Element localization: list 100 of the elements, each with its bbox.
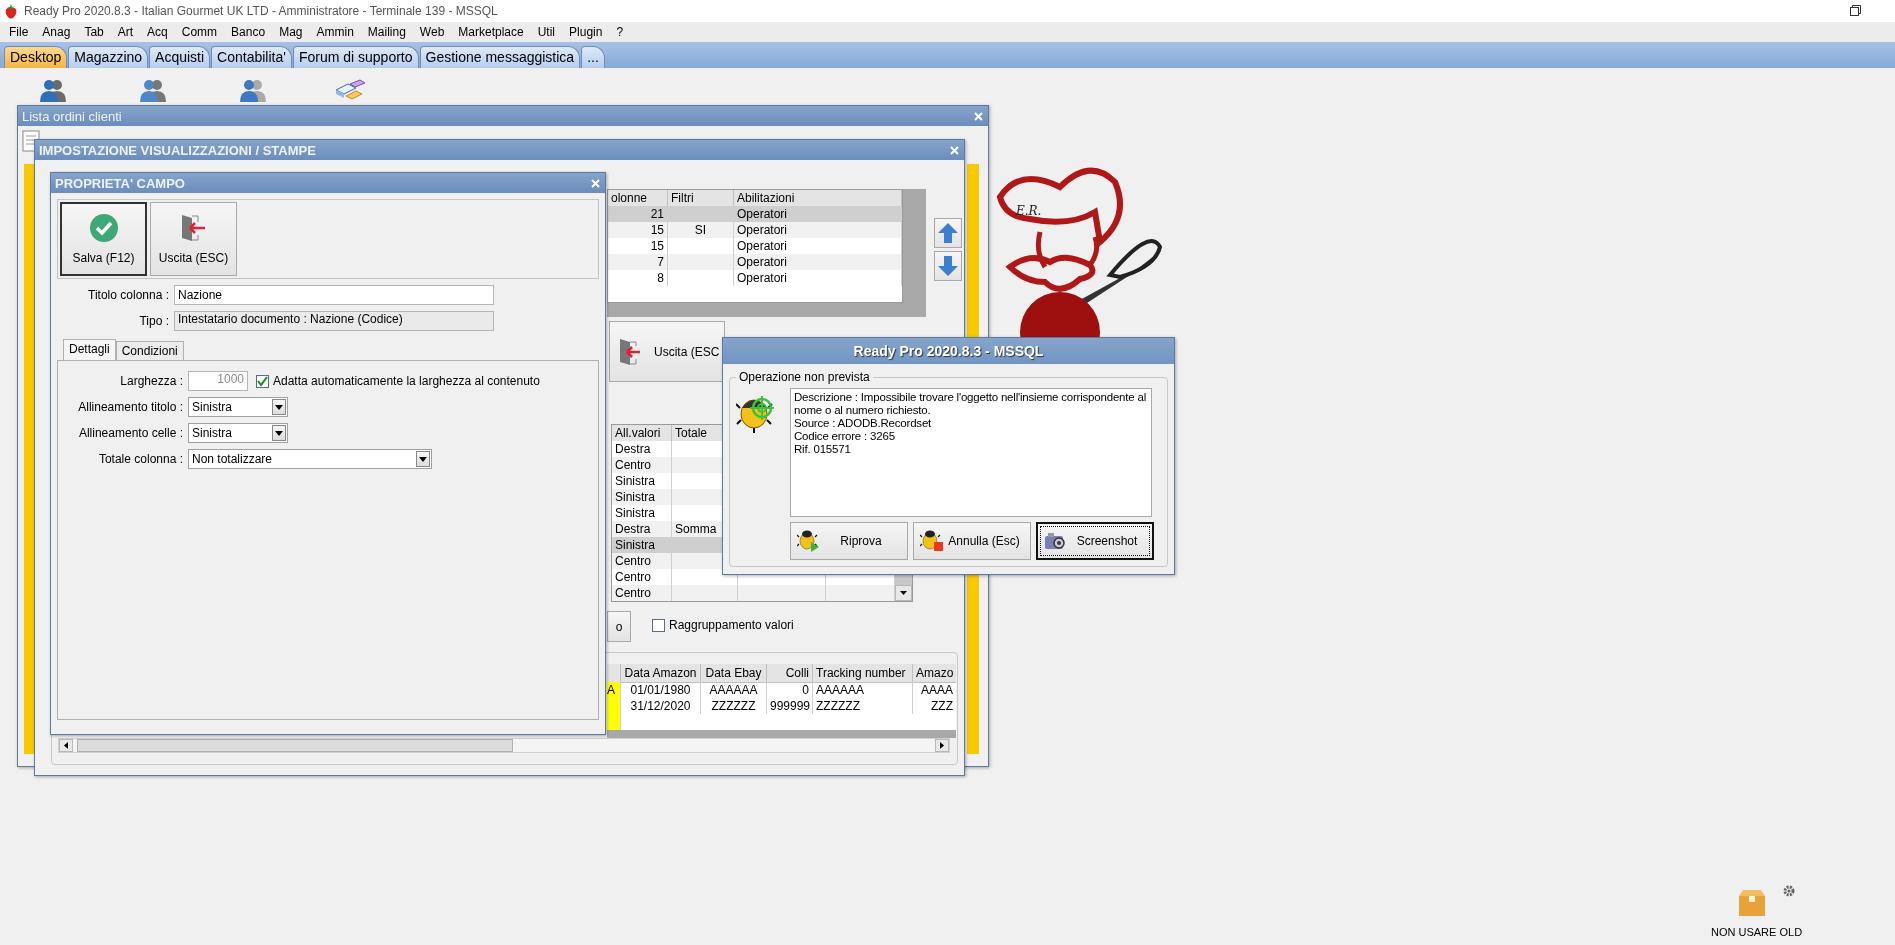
- menu-item[interactable]: Ammin: [309, 25, 361, 39]
- type-field: Intestatario documento : Nazione (Codice): [174, 311, 494, 331]
- menu-item[interactable]: Comm: [174, 25, 225, 39]
- column-title-field[interactable]: Nazione: [174, 285, 494, 305]
- dropdown[interactable]: Sinistra: [188, 423, 288, 443]
- move-up-button[interactable]: [934, 218, 962, 248]
- exit-door-icon: [618, 336, 642, 367]
- logo-initials: E.R.: [1016, 204, 1042, 218]
- close-icon[interactable]: [974, 111, 983, 121]
- screenshot-button[interactable]: Screenshot: [1036, 522, 1154, 560]
- tab[interactable]: Acquisti: [149, 46, 211, 68]
- caret-icon: [419, 456, 427, 462]
- retry-button[interactable]: Riprova: [790, 522, 908, 560]
- table-cell: 21: [608, 206, 668, 222]
- checkbox-label: Adatta automaticamente la larghezza al contenuto: [273, 374, 540, 388]
- table-cell: Sinistra: [612, 489, 672, 505]
- caret-icon: [275, 404, 283, 410]
- table-cell: A: [607, 682, 621, 698]
- table-cell: Sinistra: [612, 473, 672, 489]
- table-cell: AAAAAA: [701, 682, 767, 698]
- table-cell: AAAA: [913, 682, 956, 698]
- table-cell: Centro: [612, 585, 672, 601]
- dialog-title: Ready Pro 2020.8.3 - MSSQL: [853, 343, 1044, 359]
- dropdown[interactable]: Non totalizzare: [188, 449, 432, 469]
- menu-item[interactable]: Acq: [140, 25, 175, 39]
- strawberry-logo-icon: [4, 3, 18, 19]
- column-header: Colli: [767, 664, 813, 683]
- error-message-field: Descrizione : Impossibile trovare l'oggetto nell'insieme corrispondente al nome o al numero richiesto. Source : ADODB.Recordset Codice errore : 3265 Rif. 015571: [790, 388, 1152, 517]
- move-down-button[interactable]: [934, 251, 962, 281]
- bug-icon: [920, 528, 944, 554]
- table-cell: Operatori: [734, 270, 902, 286]
- window-title: IMPOSTAZIONE VISUALIZZAZIONI / STAMPE: [39, 142, 316, 158]
- partial-button[interactable]: o: [607, 611, 631, 642]
- column-header: Data Ebay: [701, 664, 767, 683]
- users-icon[interactable]: [138, 78, 168, 104]
- caret-icon[interactable]: [940, 742, 944, 749]
- window-title: Lista ordini clienti: [22, 108, 122, 124]
- tab[interactable]: ...: [581, 46, 605, 68]
- table-cell: Operatori: [734, 206, 902, 222]
- horizontal-scrollbar[interactable]: [58, 738, 950, 753]
- users-icon[interactable]: [238, 78, 268, 104]
- field-label: Allineamento titolo :: [77, 400, 183, 414]
- tab[interactable]: Magazzino: [68, 46, 149, 68]
- column-header: Amazo: [913, 664, 956, 683]
- menu-item[interactable]: ?: [609, 25, 631, 39]
- menu-item[interactable]: Mailing: [360, 25, 413, 39]
- camera-icon: [1044, 532, 1068, 550]
- menu-item[interactable]: Banco: [224, 25, 273, 39]
- column-header: Tracking number: [813, 664, 913, 683]
- table-cell: [607, 714, 621, 730]
- table-cell: SI: [668, 222, 734, 238]
- field-label: Totale colonna :: [97, 452, 183, 466]
- checkbox[interactable]: [652, 618, 665, 632]
- tab[interactable]: Contabilita': [211, 46, 292, 68]
- table-cell: ZZZZZZ: [813, 698, 913, 714]
- tab[interactable]: Forum di supporto: [292, 46, 419, 68]
- tab[interactable]: Dettagli: [63, 339, 116, 360]
- table-cell: Sinistra: [612, 505, 672, 521]
- table-cell: Destra: [612, 441, 672, 457]
- table-cell: Centro: [612, 457, 672, 473]
- dropdown[interactable]: Sinistra: [188, 397, 288, 417]
- exit-button[interactable]: Uscita (ESC): [150, 202, 237, 276]
- field-label: Allineamento celle :: [77, 426, 183, 440]
- menu-item[interactable]: Plugin: [562, 25, 610, 39]
- table-cell: Destra: [612, 521, 672, 537]
- table-cell: 7: [608, 254, 668, 270]
- tab[interactable]: Desktop: [4, 46, 68, 68]
- caret-icon[interactable]: [64, 742, 68, 749]
- menu-item[interactable]: File: [2, 25, 36, 39]
- field-label: Larghezza :: [119, 374, 183, 388]
- field-label: Titolo colonna :: [87, 288, 169, 302]
- exit-button[interactable]: Uscita (ESC: [609, 321, 725, 382]
- checkbox[interactable]: [256, 374, 269, 388]
- menu-item[interactable]: Util: [530, 25, 563, 39]
- table-cell: Sinistra: [612, 537, 672, 553]
- menu-item[interactable]: Marketplace: [451, 25, 531, 39]
- menu-item[interactable]: Tab: [77, 25, 111, 39]
- checkbox-label: Raggruppamento valori: [669, 618, 794, 632]
- window-title: PROPRIETA' CAMPO: [55, 175, 185, 191]
- table-cell: Operatori: [734, 222, 902, 238]
- menu-item[interactable]: Art: [110, 25, 141, 39]
- menu-item[interactable]: Web: [412, 25, 452, 39]
- table-cell: ZZZ: [913, 698, 956, 714]
- tab[interactable]: Condizioni: [115, 341, 184, 360]
- check-circle-icon: [88, 213, 119, 243]
- table-cell: Centro: [612, 569, 672, 585]
- table-cell: AAAAAA: [813, 682, 913, 698]
- close-icon[interactable]: [950, 145, 959, 155]
- restore-icon[interactable]: [1850, 5, 1861, 16]
- table-cell: 0: [767, 682, 813, 698]
- users-icon[interactable]: [38, 78, 68, 104]
- close-icon[interactable]: [591, 178, 600, 188]
- menu-item[interactable]: Anag: [35, 25, 78, 39]
- gear-icon[interactable]: [1782, 884, 1796, 898]
- cancel-button[interactable]: Annulla (Esc): [913, 522, 1031, 560]
- table-cell: Operatori: [734, 238, 902, 254]
- caret-icon[interactable]: [900, 591, 907, 595]
- tab[interactable]: Gestione messaggistica: [419, 46, 581, 68]
- menu-item[interactable]: Mag: [272, 25, 310, 39]
- save-button[interactable]: Salva (F12): [60, 202, 147, 276]
